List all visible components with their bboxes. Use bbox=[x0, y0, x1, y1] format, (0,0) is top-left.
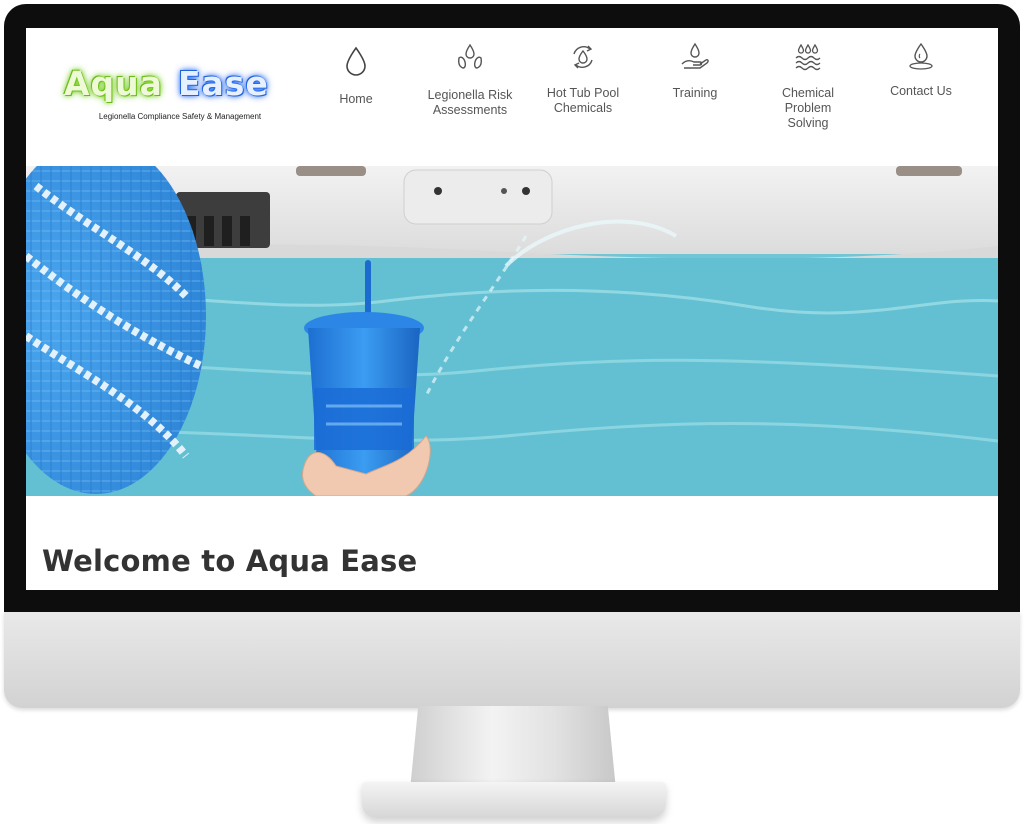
hero-image bbox=[26, 166, 998, 496]
nav-item-contact-us[interactable]: Contact Us bbox=[866, 40, 976, 99]
nav-label-training: Training bbox=[672, 86, 718, 100]
drop-ripple-icon bbox=[904, 40, 938, 74]
page-title: Welcome to Aqua Ease bbox=[42, 544, 418, 578]
nav-item-chemical-problem-solving[interactable]: Chemical Problem Solving bbox=[753, 40, 863, 131]
nav-label-legionella-risk-assessments: Legionella Risk Assessments bbox=[427, 88, 513, 117]
nav-item-hot-tub-pool-chemicals[interactable]: Hot Tub Pool Chemicals bbox=[528, 40, 638, 116]
drops-waves-icon bbox=[791, 40, 825, 74]
hand-drop-icon bbox=[678, 40, 712, 74]
nav-item-home[interactable]: Home bbox=[301, 44, 411, 107]
monitor-chin bbox=[4, 612, 1020, 708]
nav-label-contact-us: Contact Us bbox=[890, 84, 952, 98]
hot-tub-illustration bbox=[26, 166, 998, 496]
nav-item-legionella-risk-assessments[interactable]: Legionella Risk Assessments bbox=[415, 40, 525, 118]
droplet-hands-icon bbox=[453, 40, 487, 74]
water-drop-icon bbox=[339, 44, 373, 78]
site-header: Aqua Ease Legionella Compliance Safety &… bbox=[26, 28, 998, 166]
recycle-drop-icon bbox=[566, 40, 600, 74]
monitor-stand-base bbox=[362, 782, 666, 818]
nav-label-hot-tub-pool-chemicals: Hot Tub Pool Chemicals bbox=[546, 86, 620, 115]
main-nav: Home Legionella Risk Assessments Hot Tub… bbox=[26, 28, 998, 166]
nav-item-training[interactable]: Training bbox=[640, 40, 750, 101]
nav-label-chemical-problem-solving: Chemical Problem Solving bbox=[781, 86, 835, 130]
nav-label-home: Home bbox=[339, 92, 373, 106]
monitor-stand-neck bbox=[410, 706, 616, 790]
screen: Aqua Ease Legionella Compliance Safety &… bbox=[26, 28, 998, 590]
